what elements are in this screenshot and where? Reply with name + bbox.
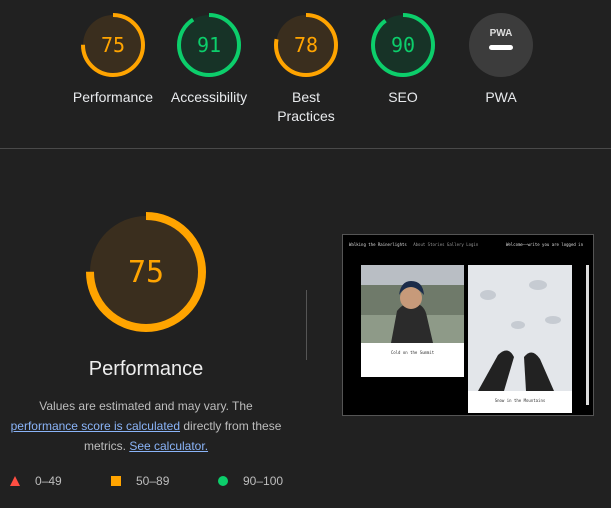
thumb-card-snow: Snow in the Mountains — [468, 265, 572, 413]
gauge-accessibility-label: Accessibility — [170, 89, 248, 105]
gauge-performance-label: Performance — [72, 89, 154, 105]
summit-photo — [361, 265, 464, 343]
gauge-performance[interactable]: 75 Performance — [58, 12, 168, 107]
thumb-nav: About Stories Gallery Login — [413, 242, 479, 247]
gauge-seo-label: SEO — [388, 89, 418, 105]
pwa-dash-icon — [489, 45, 513, 50]
gauge-best-practices[interactable]: 78 Best Practices — [251, 12, 361, 126]
gauge-best-practices-score: 78 — [294, 33, 318, 57]
legend-fail-range: 0–49 — [35, 474, 62, 488]
gauge-accessibility-ring: 91 — [177, 13, 241, 77]
pwa-badge-icon: PWA — [469, 13, 533, 77]
performance-big-gauge: 75 — [86, 212, 206, 332]
thumb-site-title: Walking the Rainerlights — [349, 242, 407, 247]
performance-title: Performance — [88, 358, 204, 380]
gauge-pwa-label: PWA — [485, 89, 517, 105]
triangle-icon — [10, 476, 20, 486]
vertical-divider — [306, 290, 307, 360]
legend-average: 50–89 — [111, 474, 169, 488]
legend-pass: 90–100 — [218, 474, 283, 488]
score-calculated-link[interactable]: performance score is calculated — [11, 419, 180, 433]
gauge-best-practices-ring: 78 — [274, 13, 338, 77]
gauge-seo-score: 90 — [391, 33, 415, 57]
circle-icon — [218, 476, 228, 486]
gauge-performance-score: 75 — [101, 33, 125, 57]
gauge-best-practices-label-line1: Best — [291, 89, 320, 105]
page-screenshot-thumbnail[interactable]: Walking the Rainerlights About Stories G… — [342, 234, 594, 416]
pwa-badge-text: PWA — [490, 28, 513, 39]
desc-text-pre: Values are estimated and may vary. The — [39, 399, 253, 413]
gauge-accessibility[interactable]: 91 Accessibility — [154, 12, 264, 107]
thumb-site-header: Walking the Rainerlights About Stories G… — [349, 242, 478, 247]
see-calculator-link[interactable]: See calculator. — [129, 439, 208, 453]
section-divider — [0, 148, 611, 149]
gauge-best-practices-label: Best Practices — [251, 88, 361, 126]
gauge-seo[interactable]: 90 SEO — [348, 12, 458, 107]
performance-description: Values are estimated and may vary. The p… — [4, 396, 288, 456]
gauge-seo-ring: 90 — [371, 13, 435, 77]
snow-photo — [468, 265, 572, 391]
category-gauges: 75 Performance 91 Accessibility 78 Best … — [0, 0, 611, 148]
legend-fail: 0–49 — [10, 474, 62, 488]
gauge-best-practices-label-line2: Practices — [277, 108, 335, 124]
thumb-card-summit-title: Cold on the Summit — [390, 350, 435, 355]
legend-pass-range: 90–100 — [243, 474, 284, 488]
gauge-pwa[interactable]: PWA PWA — [446, 12, 556, 107]
thumb-card-summit: Cold on the Summit — [361, 265, 464, 377]
gauge-accessibility-score: 91 — [197, 33, 221, 57]
square-icon — [111, 476, 121, 486]
thumb-scrollbar — [586, 265, 589, 405]
thumb-card-snow-title: Snow in the Mountains — [494, 398, 546, 403]
performance-big-score: 75 — [128, 255, 164, 290]
thumb-top-right: Welcome——write you are logged in — [505, 242, 583, 247]
legend-average-range: 50–89 — [136, 474, 170, 488]
gauge-performance-ring: 75 — [81, 13, 145, 77]
